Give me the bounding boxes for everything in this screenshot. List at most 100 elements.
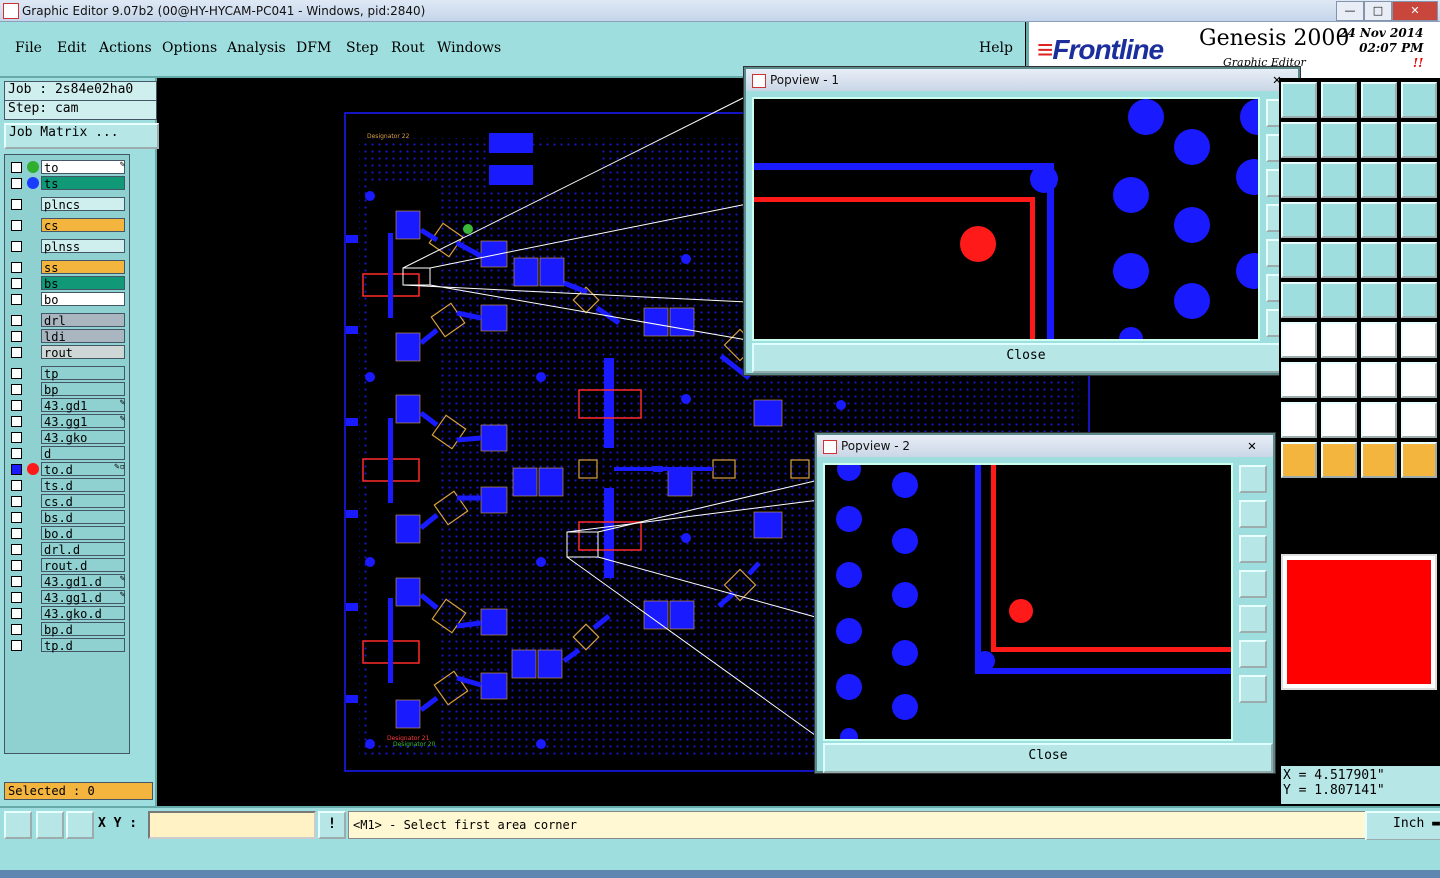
layers-red-icon[interactable] [1361, 202, 1397, 238]
layer-checkbox[interactable] [11, 241, 22, 252]
menu-step[interactable]: Step [346, 40, 378, 56]
layer-row-bp-d[interactable]: bp.d [7, 622, 127, 637]
arrow-in-icon[interactable] [1281, 122, 1317, 158]
pan-right-icon[interactable] [1239, 605, 1267, 633]
s-curve-icon[interactable] [1401, 122, 1437, 158]
layer-checkbox[interactable] [11, 220, 22, 231]
layer-checkbox[interactable] [11, 592, 22, 603]
dot-icon[interactable] [1401, 242, 1437, 278]
popview-2-close-x[interactable]: ✕ [1237, 437, 1267, 455]
zoom-fit-icon[interactable] [1239, 675, 1267, 703]
layer-checkbox[interactable] [11, 331, 22, 342]
layer-row-cs[interactable]: cs [7, 218, 127, 233]
layer-row-d[interactable]: d [7, 446, 127, 461]
triangle-c-icon[interactable] [1361, 402, 1397, 438]
pen-icon[interactable] [1321, 322, 1357, 358]
layer-row-plnss[interactable]: plnss [7, 239, 127, 254]
popview-2-close-button[interactable]: Close [823, 743, 1273, 773]
layer-checkbox[interactable] [11, 512, 22, 523]
cross-icon[interactable] [1321, 282, 1357, 318]
layer-row-bs[interactable]: bs [7, 276, 127, 291]
fit-icon[interactable] [1281, 82, 1317, 118]
layer-row-bo[interactable]: bo [7, 292, 127, 307]
layer-row-to[interactable]: to ✎ [7, 160, 127, 175]
scale-icon[interactable] [1361, 162, 1397, 198]
zoom-in-icon[interactable] [1239, 465, 1267, 493]
menu-file[interactable]: File [15, 40, 42, 56]
ruler-icon[interactable] [1361, 242, 1397, 278]
rotate-icon[interactable] [1361, 282, 1397, 318]
layer-row-drl[interactable]: drl [7, 313, 127, 328]
menu-rout[interactable]: Rout [391, 40, 425, 56]
xy-input[interactable] [148, 811, 316, 839]
undo-icon[interactable] [1361, 322, 1397, 358]
layer-row-drl-d[interactable]: drl.d [7, 542, 127, 557]
zoom-out-icon[interactable] [1239, 640, 1267, 668]
layers-icon[interactable] [1321, 202, 1357, 238]
help-icon[interactable] [1401, 162, 1437, 198]
layer-row-ts[interactable]: ts [7, 176, 127, 191]
layer-row-tp-d[interactable]: tp.d [7, 638, 127, 653]
layer-checkbox[interactable] [11, 640, 22, 651]
layer-checkbox[interactable] [11, 262, 22, 273]
layer-checkbox[interactable] [11, 347, 22, 358]
layer-checkbox[interactable] [11, 384, 22, 395]
grid-icon[interactable] [1281, 202, 1317, 238]
layer-checkbox[interactable] [11, 432, 22, 443]
f-icon[interactable] [1401, 322, 1437, 358]
rect-icon[interactable] [1281, 322, 1317, 358]
layer-checkbox[interactable] [11, 560, 22, 571]
pan-down-icon[interactable] [1239, 535, 1267, 563]
measure-icon[interactable] [36, 811, 64, 839]
layer-checkbox[interactable] [11, 278, 22, 289]
menu-windows[interactable]: Windows [437, 40, 501, 56]
layer-checkbox[interactable] [11, 544, 22, 555]
layer-row-rout[interactable]: rout [7, 345, 127, 360]
layer-row-43-gg1-d[interactable]: 43.gg1.d ✎ [7, 590, 127, 605]
layer-checkbox[interactable] [11, 480, 22, 491]
line-icon[interactable] [1321, 362, 1357, 398]
layer-checkbox[interactable] [11, 178, 22, 189]
grid-red-icon[interactable] [1401, 202, 1437, 238]
layer-row-tp[interactable]: tp [7, 366, 127, 381]
minimize-button[interactable]: — [1336, 1, 1364, 21]
layer-checkbox[interactable] [11, 608, 22, 619]
maximize-button[interactable]: □ [1364, 1, 1392, 21]
close-window-button[interactable]: ✕ [1392, 1, 1438, 21]
alert-button[interactable]: ! [318, 811, 346, 839]
layer-checkbox[interactable] [11, 199, 22, 210]
layer-row-bs-d[interactable]: bs.d [7, 510, 127, 525]
layer-row-43-gg1[interactable]: 43.gg1 ✎ [7, 414, 127, 429]
layer-checkbox[interactable] [11, 448, 22, 459]
swap-icon[interactable] [1361, 122, 1397, 158]
zoom-area-icon[interactable] [4, 811, 32, 839]
pad-icon[interactable] [1281, 362, 1317, 398]
shape-icon[interactable] [1281, 282, 1317, 318]
cursor-icon[interactable] [1281, 442, 1317, 478]
triangle-a-icon[interactable] [1281, 402, 1317, 438]
layer-row-plncs[interactable]: plncs [7, 197, 127, 212]
layer-checkbox[interactable] [11, 400, 22, 411]
layer-checkbox[interactable] [11, 528, 22, 539]
zoom-icon[interactable] [1321, 162, 1357, 198]
triangle-b-icon[interactable] [1321, 402, 1357, 438]
popview-1-close-button[interactable]: Close [752, 343, 1300, 373]
layer-row-43-gd1[interactable]: 43.gd1 ✎ [7, 398, 127, 413]
layer-row-ldi[interactable]: ldi [7, 329, 127, 344]
layer-row-ts-d[interactable]: ts.d [7, 478, 127, 493]
layer-checkbox[interactable] [11, 576, 22, 587]
pan-left-icon[interactable] [1239, 570, 1267, 598]
layer-row-43-gd1-d[interactable]: 43.gd1.d ✎ [7, 574, 127, 589]
layer-row-ss[interactable]: ss [7, 260, 127, 275]
menu-dfm[interactable]: DFM [296, 40, 331, 56]
layer-checkbox[interactable] [11, 315, 22, 326]
layer-row-to-d[interactable]: to.d ✎▫ [7, 462, 127, 477]
stack-icon[interactable] [1401, 362, 1437, 398]
layer-row-bp[interactable]: bp [7, 382, 127, 397]
dimension-icon[interactable] [1361, 362, 1397, 398]
menu-analysis[interactable]: Analysis [227, 40, 286, 56]
slash-icon[interactable] [1321, 242, 1357, 278]
move-icon[interactable] [1281, 162, 1317, 198]
layer-checkbox[interactable] [11, 162, 22, 173]
layer-row-43-gko[interactable]: 43.gko [7, 430, 127, 445]
